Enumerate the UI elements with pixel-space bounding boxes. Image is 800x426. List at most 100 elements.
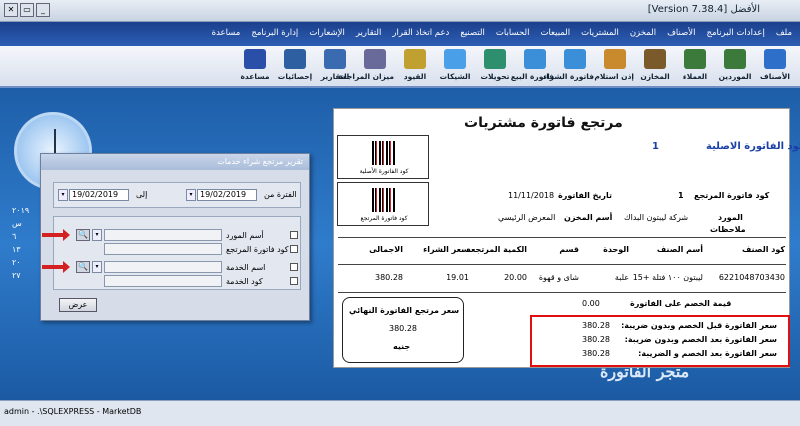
toolbar-button[interactable]: مساعدة [236, 49, 274, 85]
toolbar-button[interactable]: العملاء [676, 49, 714, 85]
calendar-day[interactable]: ٦ [12, 232, 38, 245]
service-code-input[interactable] [104, 275, 222, 287]
final-price-title: سعر مرتجع الفاتورة النهائي [349, 306, 460, 315]
total-value: 380.28 [582, 335, 610, 344]
toolbar-label: فاتورة البيع [510, 72, 554, 81]
toolbar-label: إحصائيات [277, 72, 313, 81]
toolbar-label: ميزان المراجعة [338, 72, 394, 81]
report-preview: مرتجع فاتورة مشتريات كود الفاتورة الأصلي… [333, 108, 800, 368]
menu-item[interactable]: إعدادات البرنامج [707, 28, 765, 38]
toolbar-label: العملاء [682, 72, 708, 81]
table-header: أسم الصنف [656, 245, 703, 254]
show-button[interactable]: عرض [59, 298, 97, 312]
close-icon[interactable]: ✕ [4, 3, 18, 17]
toolbar-icon [364, 49, 386, 69]
original-invoice-label: كود الفاتورة الاصلية [706, 141, 800, 152]
toolbar-icon [764, 49, 786, 69]
supplier-input[interactable] [104, 229, 222, 241]
total-value: 380.28 [582, 349, 610, 358]
date-dropdown[interactable]: ▾ [58, 189, 68, 201]
service-code-label: كود الخدمة [226, 277, 263, 286]
calendar-day-label: س [12, 219, 22, 228]
toolbar-button[interactable]: الموردين [716, 49, 754, 85]
toolbar-button[interactable]: فاتورة البيع [510, 49, 554, 85]
toolbar-button[interactable]: القيود [396, 49, 434, 85]
table-header: الاجمالى [369, 245, 403, 254]
menu-bar: ملف إعدادات البرنامج الأصناف المخزن المشتريا… [0, 22, 800, 46]
period-from-label: الفترة من [264, 190, 297, 199]
menu-item[interactable]: التصنيع [460, 28, 485, 38]
menu-item[interactable]: الحسابات [496, 28, 530, 38]
service-code-checkbox[interactable] [290, 277, 298, 285]
table-cell: علبة [614, 273, 629, 282]
toolbar-button[interactable]: تحويلات [476, 49, 514, 85]
supplier-label: أسم المورد [226, 231, 264, 240]
report-filter-dialog: تقرير مرتجع شراء خدمات ▾ 19/02/2019 إلى … [40, 153, 310, 321]
toolbar-button[interactable]: إذن استلام [594, 49, 634, 85]
table-cell: شاى و قهوة [538, 273, 579, 282]
menu-item[interactable]: المخزن [630, 28, 656, 38]
menu-item[interactable]: الإشعارات [309, 28, 345, 38]
table-header: كود الصنف [742, 245, 785, 254]
menu-item[interactable]: المبيعات [540, 28, 570, 38]
restore-icon[interactable]: ▭ [20, 3, 34, 17]
menu-item[interactable]: التقارير [356, 28, 382, 38]
final-price-currency: جنيه [393, 342, 411, 351]
supplier-checkbox[interactable] [290, 231, 298, 239]
service-search-icon[interactable]: 🔍 [76, 261, 90, 273]
toolbar-icon [404, 49, 426, 69]
toolbar-icon [444, 49, 466, 69]
supplier-search-icon[interactable]: 🔍 [76, 229, 90, 241]
status-text: admin - .\SQLEXPRESS - MarketDB [4, 407, 142, 416]
toolbar-label: فاتورة الشراء [543, 72, 594, 81]
toolbar-button[interactable]: ميزان المراجعة [338, 49, 394, 85]
menu-item[interactable]: الأصناف [667, 28, 695, 38]
service-name-checkbox[interactable] [290, 263, 298, 271]
toolbar-button[interactable]: الأصناف [756, 49, 794, 85]
toolbar-button[interactable]: فاتورة الشراء [543, 49, 594, 85]
toolbar-label: القيود [403, 72, 427, 81]
service-name-input[interactable] [104, 261, 222, 273]
calendar-day[interactable]: ١٣ [12, 245, 38, 258]
toolbar-button[interactable]: إحصائيات [276, 49, 314, 85]
table-header: قسم [559, 245, 579, 254]
toolbar-label: مساعدة [240, 72, 270, 81]
table-cell: 6221048703430 [718, 273, 785, 282]
service-dropdown[interactable]: ▾ [92, 261, 102, 273]
calendar-day[interactable]: ٢٠ [12, 258, 38, 271]
service-name-label: اسم الخدمة [226, 263, 266, 272]
menu-item[interactable]: إدارة البرنامج [251, 28, 298, 38]
table-cell: 19.01 [446, 273, 469, 282]
table-cell: 380.28 [375, 273, 403, 282]
menu-item[interactable]: ملف [776, 28, 792, 38]
date-to-input[interactable]: 19/02/2019 [69, 189, 129, 201]
toolbar-label: الشيكات [439, 72, 471, 81]
toolbar-button[interactable]: المخازن [636, 49, 674, 85]
calendar-day[interactable]: ٢٧ [12, 271, 38, 284]
date-from-input[interactable]: 19/02/2019 [197, 189, 257, 201]
menu-item[interactable]: مساعدة [212, 28, 241, 38]
return-code-label: كود فاتورة المرتجع [694, 191, 770, 200]
return-code-input[interactable] [104, 243, 222, 255]
date-dropdown[interactable]: ▾ [186, 189, 196, 201]
supplier-dropdown[interactable]: ▾ [92, 229, 102, 241]
toolbar-icon [724, 49, 746, 69]
minimize-icon[interactable]: _ [36, 3, 50, 17]
filters-frame: 🔍 ▾ أسم المورد كود فاتورة المرتجع 🔍 ▾ اس… [53, 216, 301, 290]
table-header: الوحدة [603, 245, 629, 254]
table-header: الكمية المرتجعة [466, 245, 527, 254]
toolbar-icon [324, 49, 346, 69]
menu-item[interactable]: المشتريات [581, 28, 619, 38]
invoice-date-value: 11/11/2018 [508, 191, 555, 200]
toolbar-icon [604, 49, 626, 69]
supplier-label: المورد [718, 213, 743, 222]
pointer-arrow-icon [42, 261, 70, 273]
toolbar-icon [524, 49, 546, 69]
toolbar-button[interactable]: الشيكات [436, 49, 474, 85]
menu-item[interactable]: دعم اتخاذ القرار [392, 28, 449, 38]
toolbar-button[interactable]: التقارير [316, 49, 354, 85]
return-code-checkbox[interactable] [290, 245, 298, 253]
dialog-title: تقرير مرتجع شراء خدمات [41, 154, 309, 170]
store-label: أسم المخزن [564, 213, 613, 222]
total-label: سعر الفاتورة بعد الخصم و الضريبة: [638, 349, 777, 358]
